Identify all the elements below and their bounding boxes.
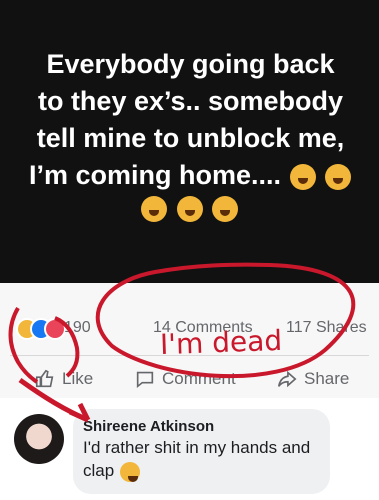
crying-laughing-emoji-icon: [141, 196, 168, 223]
crying-laughing-emoji-icon: [289, 163, 316, 190]
comment-text: I'd rather shit in my hands and clap: [83, 438, 311, 482]
reaction-count[interactable]: 190: [64, 319, 91, 337]
emoji-row: [0, 192, 379, 223]
avatar[interactable]: [14, 414, 64, 464]
share-button[interactable]: Share: [276, 368, 349, 390]
post-line-1: Everybody going back: [46, 49, 335, 79]
post-line-4: I’m coming home....: [6, 157, 375, 194]
crying-laughing-emoji-icon: [176, 196, 203, 223]
comment-bubble-icon: [136, 371, 154, 389]
post-line-3: tell mine to unblock me,: [36, 123, 345, 153]
post-image: Everybody going back to they ex’s.. some…: [0, 0, 379, 283]
comment-author[interactable]: Shireene Atkinson: [83, 418, 214, 435]
divider: [10, 355, 369, 356]
love-reaction-icon: [44, 318, 66, 340]
crying-laughing-emoji-icon: [325, 163, 352, 190]
post-line-2: to they ex’s.. somebody: [37, 86, 344, 116]
comment-button[interactable]: Comment: [134, 368, 236, 390]
like-thumb-icon: [35, 369, 54, 388]
facepalm-emoji-icon: [119, 461, 140, 482]
shares-count[interactable]: 117 Shares: [286, 319, 367, 337]
like-button[interactable]: Like: [34, 368, 93, 390]
share-arrow-icon: [277, 370, 297, 388]
crying-laughing-emoji-icon: [211, 196, 238, 223]
post-caption: Everybody going back to they ex’s.. some…: [6, 46, 375, 194]
